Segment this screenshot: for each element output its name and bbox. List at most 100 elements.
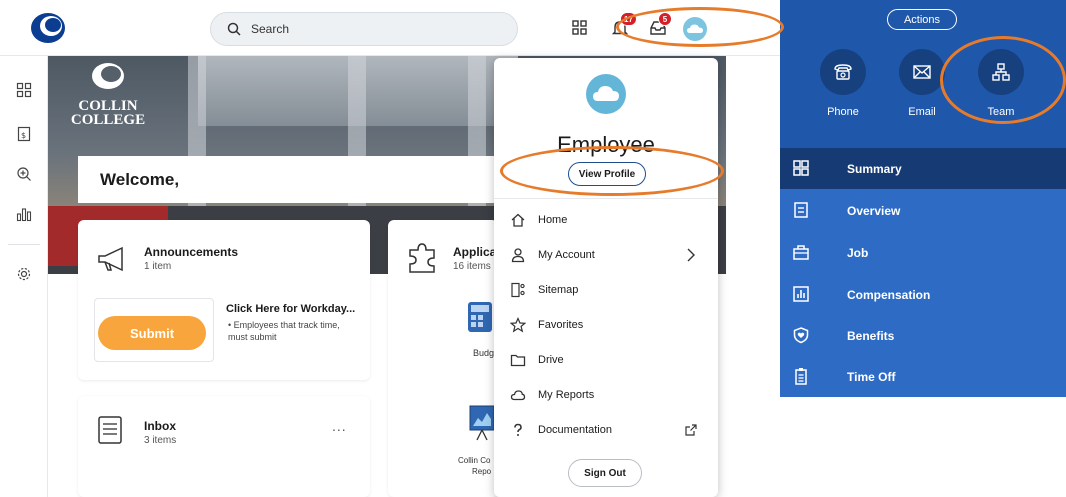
user-avatar-button[interactable]: [683, 17, 707, 41]
menu-item-label: Favorites: [538, 319, 584, 331]
welcome-banner: Welcome,: [78, 156, 498, 203]
search-input[interactable]: Search: [210, 12, 518, 46]
inbox-more-button[interactable]: ...: [332, 418, 347, 434]
worker-nav-label: Compensation: [847, 288, 931, 302]
report-chart-icon[interactable]: [468, 404, 496, 442]
apps-grid-icon[interactable]: [570, 18, 590, 38]
menu-item-label: Home: [538, 214, 568, 226]
worker-nav-summary[interactable]: Summary: [780, 148, 1066, 189]
profile-menu: Employee View Profile Home My Account Si…: [494, 58, 718, 497]
applications-count: 16 items: [453, 261, 491, 272]
team-action-button[interactable]: [978, 49, 1024, 95]
worker-nav-benefits[interactable]: Benefits: [780, 315, 1066, 356]
folder-icon: [510, 354, 526, 367]
phone-action-button[interactable]: [820, 49, 866, 95]
puzzle-piece-icon: [409, 243, 435, 273]
worker-nav-overview[interactable]: Overview: [780, 190, 1066, 231]
job-icon: [793, 245, 809, 260]
top-bar: Search 17 5: [0, 0, 780, 56]
search-icon: [227, 22, 241, 36]
screenshot-root: Search 17 5 $ COLLIN COLLEGE Welcome, An…: [0, 0, 1066, 497]
phone-action-label[interactable]: Phone: [808, 106, 878, 118]
external-link-icon: [685, 424, 697, 436]
megaphone-icon: [98, 246, 123, 272]
worker-nav-job[interactable]: Job: [780, 232, 1066, 273]
notifications-badge: 17: [620, 12, 637, 26]
collin-logo-line1: COLLIN: [78, 98, 138, 114]
search-placeholder: Search: [251, 22, 290, 36]
worker-nav-label: Summary: [847, 162, 902, 176]
home-icon: [511, 213, 525, 227]
budget-tile-label[interactable]: Budg: [473, 348, 494, 358]
cloud-icon: [510, 390, 526, 401]
rail-divider: [8, 244, 40, 245]
actions-button[interactable]: Actions: [887, 9, 957, 30]
person-icon: [511, 248, 525, 263]
email-action-label[interactable]: Email: [887, 106, 957, 118]
announcement-bullet-text: Employees that track time, must submit: [228, 320, 340, 342]
collin-report-label-line2[interactable]: Repo: [472, 467, 491, 476]
worker-nav-label: Job: [847, 246, 869, 260]
collin-college-logo: COLLIN COLLEGE: [68, 62, 148, 132]
team-action-label[interactable]: Team: [966, 106, 1036, 118]
menu-item-home[interactable]: Home: [494, 207, 718, 233]
inbox-count: 3 items: [144, 435, 177, 446]
employee-name: Employee: [557, 132, 655, 157]
time-off-icon: [795, 368, 807, 385]
announcements-title[interactable]: Announcements: [144, 245, 238, 259]
cloud-avatar-icon: [593, 86, 619, 101]
settings-gear-icon[interactable]: [16, 266, 32, 282]
view-profile-button[interactable]: View Profile: [568, 162, 646, 186]
menu-item-label: Drive: [538, 354, 564, 366]
team-icon: [992, 63, 1010, 81]
inbox-title[interactable]: Inbox: [144, 419, 176, 433]
announcement-link[interactable]: Click Here for Workday...: [226, 303, 355, 315]
worker-nav-label: Time Off: [847, 370, 896, 384]
welcome-text: Welcome,: [100, 169, 180, 189]
inbox-badge: 5: [658, 12, 672, 26]
menu-item-documentation[interactable]: Documentation: [494, 417, 718, 443]
menu-item-sitemap[interactable]: Sitemap: [494, 277, 718, 303]
budget-calculator-icon[interactable]: [466, 300, 494, 334]
star-icon: [510, 317, 526, 333]
compensation-icon: [793, 286, 809, 302]
sign-out-button[interactable]: Sign Out: [568, 459, 642, 487]
email-action-button[interactable]: [899, 49, 945, 95]
menu-item-drive[interactable]: Drive: [494, 347, 718, 373]
profile-avatar: [586, 74, 626, 114]
dashboard-icon[interactable]: [16, 82, 32, 98]
worker-profile-panel: Actions Phone Email Team Summary Overvie…: [780, 0, 1066, 397]
worker-nav-compensation[interactable]: Compensation: [780, 274, 1066, 315]
question-icon: [514, 423, 522, 436]
summary-icon: [793, 160, 809, 176]
chevron-right-icon: [687, 248, 695, 262]
zoom-in-icon[interactable]: [16, 166, 32, 182]
announcement-bullet: • Employees that track time, must submit: [228, 320, 340, 342]
email-icon: [913, 65, 931, 79]
worker-nav-label: Overview: [847, 204, 901, 218]
overview-icon: [794, 202, 808, 218]
menu-item-label: Documentation: [538, 424, 612, 436]
menu-divider: [494, 198, 718, 199]
submit-button[interactable]: Submit: [98, 316, 206, 350]
sitemap-icon: [511, 282, 525, 298]
document-dollar-icon[interactable]: $: [16, 126, 32, 142]
menu-item-my-account[interactable]: My Account: [494, 242, 718, 268]
collin-logo-line2: COLLEGE: [70, 112, 146, 128]
inbox-stack-icon: [98, 416, 122, 444]
bar-chart-icon[interactable]: [16, 206, 32, 222]
workday-logo-icon[interactable]: [30, 12, 66, 44]
svg-text:$: $: [21, 131, 26, 140]
menu-item-label: Sitemap: [538, 284, 579, 296]
announcements-count: 1 item: [144, 261, 172, 272]
collin-report-label-line1[interactable]: Collin Co: [458, 456, 490, 465]
menu-item-favorites[interactable]: Favorites: [494, 312, 718, 338]
worker-nav-time-off[interactable]: Time Off: [780, 356, 1066, 397]
benefits-icon: [793, 327, 809, 344]
menu-item-label: My Reports: [538, 389, 595, 401]
menu-item-label: My Account: [538, 249, 595, 261]
worker-nav-label: Benefits: [847, 329, 895, 343]
phone-icon: [834, 64, 852, 80]
collin-logo-mark-icon: [92, 63, 124, 89]
menu-item-my-reports[interactable]: My Reports: [494, 382, 718, 408]
